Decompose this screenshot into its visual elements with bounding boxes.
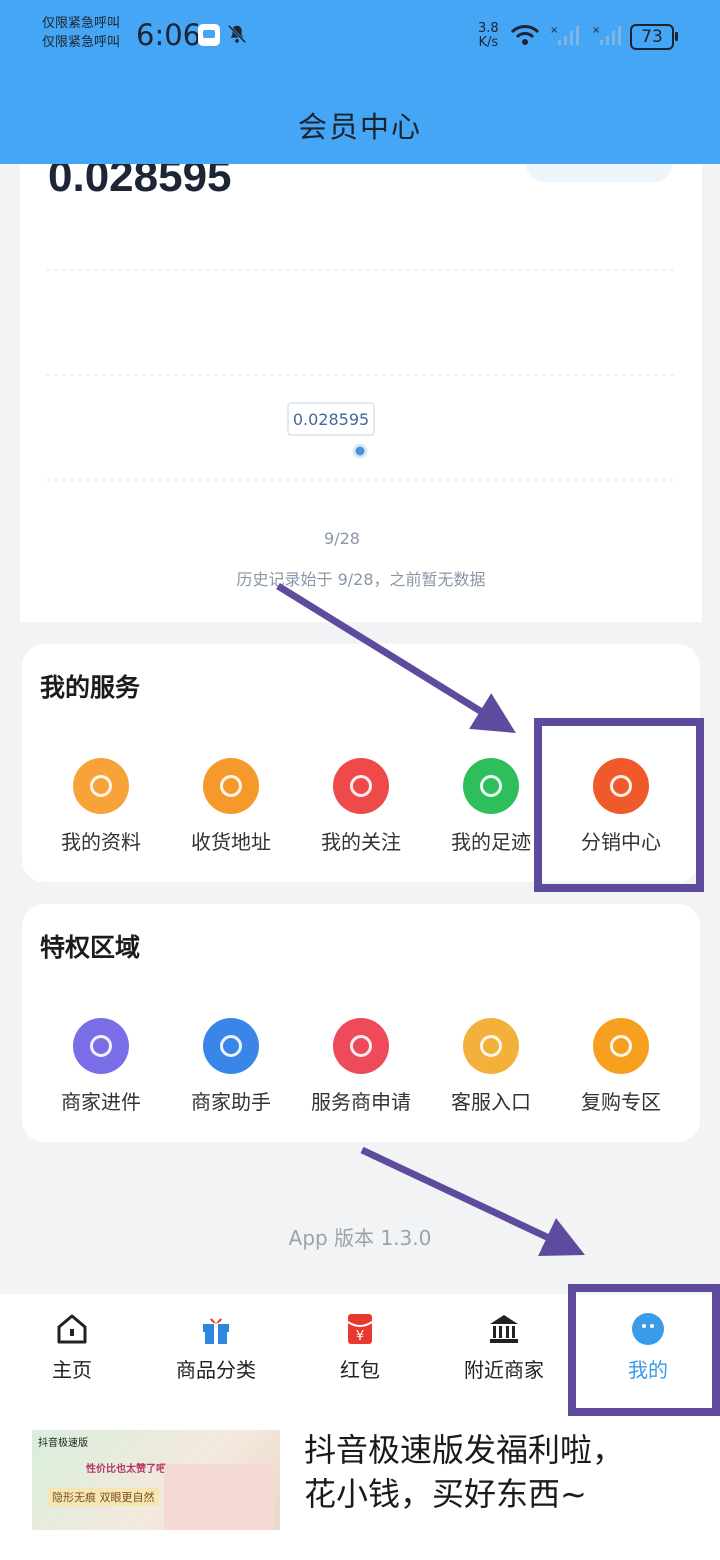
flame-icon: [333, 1018, 389, 1074]
service-item[interactable]: 我的关注: [296, 758, 426, 855]
signal-sim1-icon: ×: [550, 25, 579, 45]
ad-subtitle: 隐形无痕 双眼更自然: [48, 1488, 159, 1506]
red-envelope-icon: ¥: [343, 1312, 377, 1346]
privileges-title: 特权区域: [40, 933, 141, 962]
chart-card-top: 0.028595: [20, 164, 702, 204]
wifi-icon: [510, 25, 540, 45]
coins-icon: [593, 1018, 649, 1074]
privilege-item[interactable]: 复购专区: [556, 1018, 686, 1115]
basket-icon: [73, 1018, 129, 1074]
ad-slogan: 性价比也太赞了吧!: [86, 1464, 171, 1475]
svg-text:¥: ¥: [356, 1329, 364, 1344]
service-label: 我的资料: [61, 830, 141, 854]
privilege-label: 复购专区: [581, 1090, 661, 1114]
privilege-zone-card: 特权区域 商家进件 商家助手 服务商申请 客服入口 复购专区: [22, 904, 700, 1142]
carrier-line-2: 仅限紧急呼叫: [42, 35, 121, 50]
nav-item[interactable]: 商品分类: [144, 1312, 288, 1383]
heart-icon: [333, 758, 389, 814]
services-title: 我的服务: [40, 673, 141, 702]
bank-icon: [487, 1312, 521, 1346]
assistant-icon: [203, 1018, 259, 1074]
carrier-text: 仅限紧急呼叫 仅限紧急呼叫: [42, 14, 120, 52]
service-label: 收货地址: [191, 830, 271, 854]
service-item[interactable]: 收货地址: [166, 758, 296, 855]
ad-banner[interactable]: 抖音极速版 性价比也太赞了吧! 隐形无痕 双眼更自然 抖音极速版发福利啦， 花小…: [0, 1404, 720, 1560]
privilege-label: 商家进件: [61, 1090, 141, 1114]
message-notification-icon: [198, 24, 220, 46]
carrier-line-1: 仅限紧急呼叫: [42, 16, 121, 31]
nav-item[interactable]: ¥ 红包: [288, 1312, 432, 1383]
privilege-label: 服务商申请: [311, 1090, 411, 1114]
nav-label: 商品分类: [176, 1358, 256, 1382]
ad-headline[interactable]: 抖音极速版发福利啦， 花小钱，买好东西~: [304, 1428, 704, 1516]
nav-label: 附近商家: [464, 1358, 544, 1382]
privilege-item[interactable]: 客服入口: [426, 1018, 556, 1115]
x-tick-label: 9/28: [324, 529, 360, 548]
ad-image[interactable]: 抖音极速版 性价比也太赞了吧! 隐形无痕 双眼更自然: [32, 1430, 280, 1530]
profile-card-icon: [73, 758, 129, 814]
home-icon: [55, 1312, 89, 1346]
page-title: 会员中心: [297, 110, 422, 144]
point-value-label: 0.028595: [287, 402, 375, 436]
earnings-chart-card: 0.028595 9/28 历史记录始于 9/28，之前暂无数据: [20, 164, 702, 622]
signal-sim2-icon: ×: [592, 25, 621, 45]
history-records-button[interactable]: [526, 164, 672, 182]
earnings-line-chart: 0.028595 9/28: [46, 269, 676, 548]
privilege-label: 商家助手: [191, 1090, 271, 1114]
service-label: 我的关注: [321, 830, 401, 854]
svg-text:×: ×: [592, 25, 600, 36]
paw-icon: [463, 758, 519, 814]
service-item[interactable]: 我的资料: [36, 758, 166, 855]
privilege-item[interactable]: 商家助手: [166, 1018, 296, 1115]
support-agent-icon: [463, 1018, 519, 1074]
current-value: 0.028595: [48, 164, 232, 201]
annotation-box-mine-tab: [568, 1284, 720, 1416]
product-box-image: [164, 1464, 274, 1530]
history-note: 历史记录始于 9/28，之前暂无数据: [236, 570, 486, 589]
privilege-label: 客服入口: [451, 1090, 531, 1114]
nav-item[interactable]: 主页: [0, 1312, 144, 1383]
app-header: 仅限紧急呼叫 仅限紧急呼叫 6:06 3.8 K/s × × 73 会员中心: [0, 0, 720, 164]
battery-indicator: 73: [630, 24, 678, 50]
data-point[interactable]: [352, 443, 368, 459]
bell-muted-icon: [227, 24, 247, 44]
network-speed: 3.8 K/s: [478, 21, 499, 50]
svg-text:×: ×: [550, 25, 558, 36]
nav-label: 主页: [52, 1358, 92, 1382]
status-time: 6:06: [136, 18, 202, 52]
location-pin-icon: [203, 758, 259, 814]
nav-item[interactable]: 附近商家: [432, 1312, 576, 1383]
annotation-box-distribution: [534, 718, 704, 892]
privilege-item[interactable]: 服务商申请: [296, 1018, 426, 1115]
ad-brand: 抖音极速版: [38, 1438, 88, 1449]
app-version: App 版本 1.3.0: [288, 1226, 432, 1250]
nav-label: 红包: [340, 1358, 380, 1382]
gift-box-icon: [199, 1312, 233, 1346]
svg-text:0.028595: 0.028595: [293, 410, 369, 429]
privilege-item[interactable]: 商家进件: [36, 1018, 166, 1115]
